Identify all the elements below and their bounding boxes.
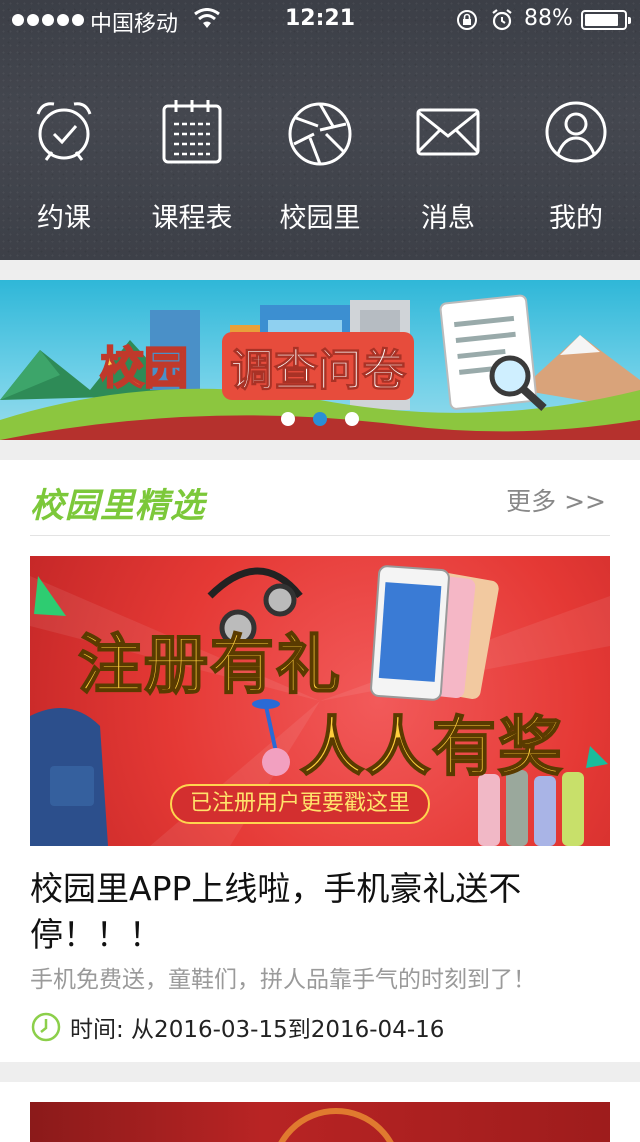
aperture-icon bbox=[288, 102, 352, 166]
banner-carousel[interactable]: 校园 调查问卷 bbox=[0, 280, 640, 440]
rotation-lock-icon bbox=[457, 10, 477, 30]
nav-label: 校园里 bbox=[279, 203, 361, 234]
alarm-clock-icon bbox=[36, 102, 92, 161]
alarm-icon bbox=[492, 9, 512, 31]
clock-icon bbox=[31, 1012, 61, 1042]
divider bbox=[30, 535, 610, 536]
nav-item-book-class[interactable]: 约课 bbox=[0, 92, 128, 242]
post-time-row: 时间: 从2016-03-15到2016-04-16 bbox=[30, 1010, 444, 1044]
carousel-dot-active[interactable] bbox=[313, 412, 327, 426]
battery-icon bbox=[581, 10, 631, 30]
promo-headline-1: 注册有礼 bbox=[77, 628, 342, 704]
nav-label: 课程表 bbox=[151, 203, 233, 234]
banner-title-1: 校园 bbox=[99, 342, 189, 395]
next-card-image[interactable] bbox=[30, 1102, 610, 1142]
main-nav: 约课 课程表 校园里 消息 我的 bbox=[0, 92, 640, 242]
banner-title-2: 调查问卷 bbox=[222, 332, 414, 400]
nav-item-messages[interactable]: 消息 bbox=[384, 92, 512, 242]
nav-label: 我的 bbox=[549, 203, 603, 234]
nav-item-campus[interactable]: 校园里 bbox=[256, 92, 384, 242]
calendar-icon bbox=[162, 100, 222, 164]
promo-cta[interactable]: 已注册用户更要戳这里 bbox=[170, 784, 431, 824]
promo-image[interactable]: 注册有礼 人人有奖 已注册用户更要戳这里 bbox=[30, 556, 610, 846]
envelope-icon bbox=[416, 108, 480, 156]
nav-item-profile[interactable]: 我的 bbox=[512, 92, 640, 242]
post-time: 时间: 从2016-03-15到2016-04-16 bbox=[70, 1017, 445, 1043]
more-link[interactable]: 更多 >> bbox=[506, 482, 606, 518]
featured-section: 校园里精选 更多 >> 注册有礼 人人有奖 已注册用户更要戳这里 校园里APP上… bbox=[0, 460, 640, 1062]
nav-label: 约课 bbox=[37, 203, 91, 234]
carousel-indicator bbox=[0, 412, 640, 426]
section-title: 校园里精选 bbox=[30, 486, 205, 526]
battery-percent: 88% bbox=[524, 6, 573, 31]
post-title[interactable]: 校园里APP上线啦，手机豪礼送不停！！！ bbox=[30, 866, 610, 958]
carousel-dot[interactable] bbox=[281, 412, 295, 426]
status-bar: 中国移动 12:21 88% bbox=[0, 0, 640, 40]
promo-headline-2: 人人有奖 bbox=[299, 710, 564, 786]
user-icon bbox=[545, 101, 607, 163]
nav-item-schedule[interactable]: 课程表 bbox=[128, 92, 256, 242]
nav-label: 消息 bbox=[421, 203, 475, 234]
carousel-dot[interactable] bbox=[345, 412, 359, 426]
top-header: 中国移动 12:21 88% 约课 课程表 校园里 消息 我的 bbox=[0, 0, 640, 260]
next-card bbox=[0, 1082, 640, 1142]
post-subtitle: 手机免费送，童鞋们，拼人品靠手气的时刻到了！ bbox=[30, 967, 536, 993]
